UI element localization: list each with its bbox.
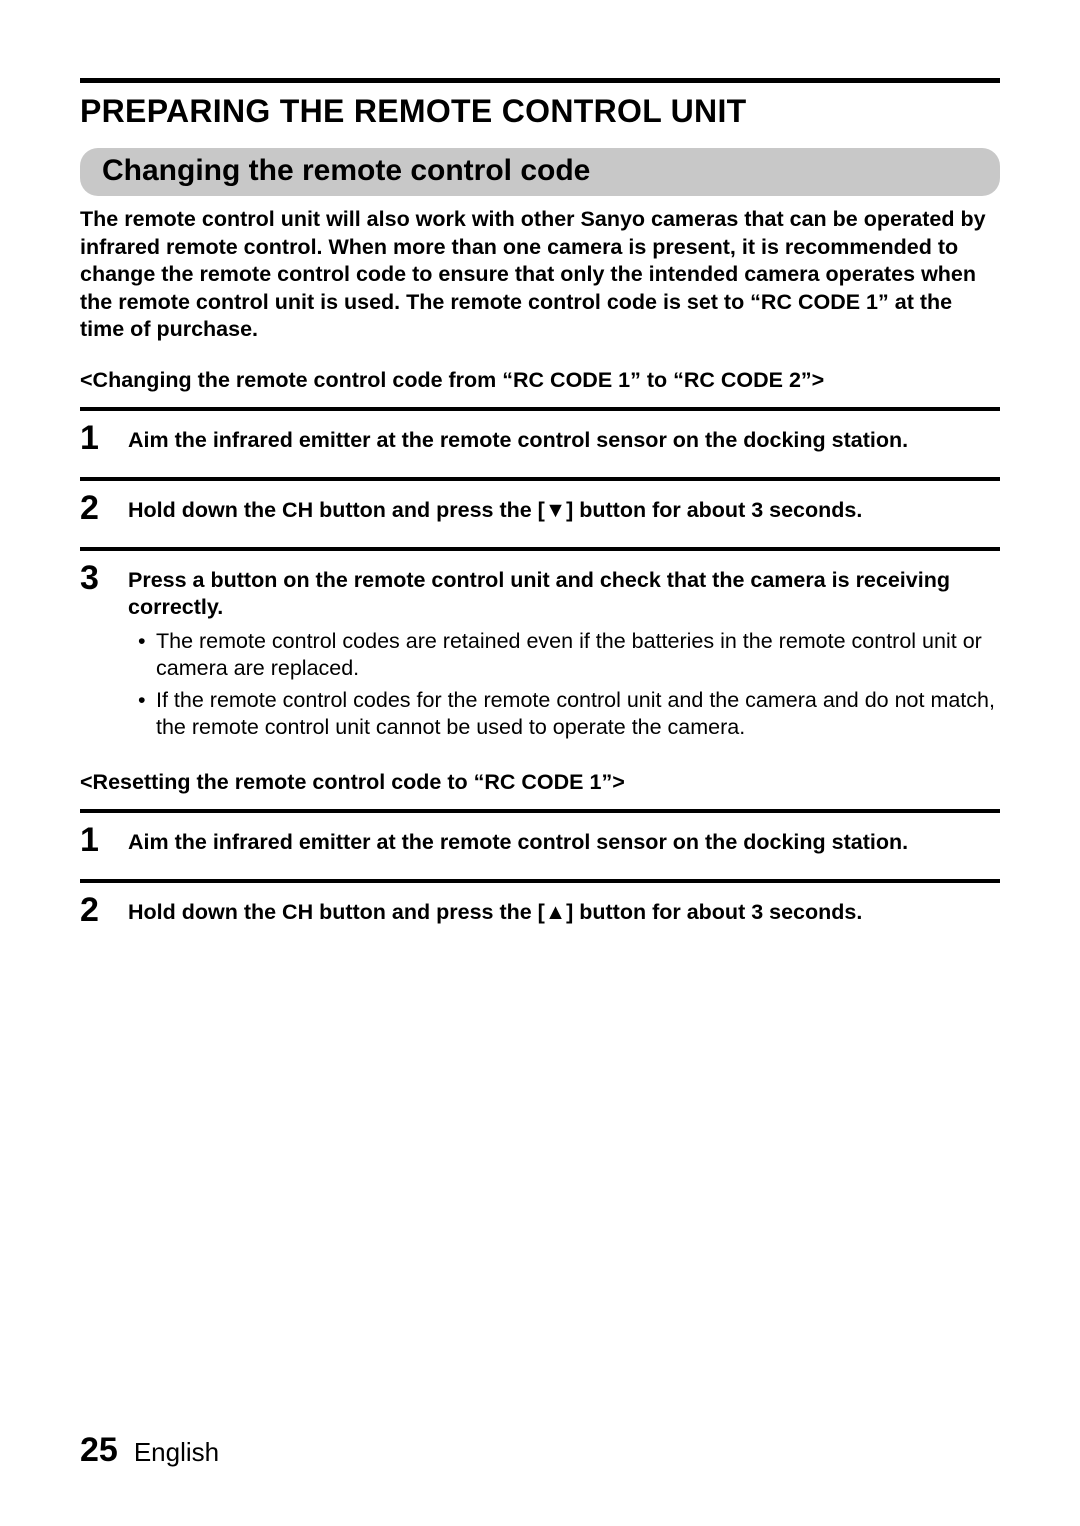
intro-paragraph: The remote control unit will also work w…	[80, 206, 1000, 344]
step-item: 1 Aim the infrared emitter at the remote…	[80, 419, 1000, 463]
step-text: Press a button on the remote control uni…	[128, 567, 1000, 622]
section-subheading: Changing the remote control code	[80, 148, 1000, 196]
step-divider	[80, 407, 1000, 411]
page-footer: 25 English	[80, 1431, 219, 1470]
step-divider	[80, 879, 1000, 883]
step-text: Hold down the CH button and press the [▼…	[128, 497, 1000, 525]
step-number: 1	[80, 823, 110, 857]
step-number: 3	[80, 561, 110, 595]
procedure-label: <Changing the remote control code from “…	[80, 368, 1000, 393]
step-body: Aim the infrared emitter at the remote c…	[128, 823, 1000, 857]
bullet-dot-icon: •	[138, 628, 146, 683]
top-horizontal-rule	[80, 78, 1000, 83]
step-text: Aim the infrared emitter at the remote c…	[128, 829, 1000, 857]
step-item: 2 Hold down the CH button and press the …	[80, 489, 1000, 533]
page-language: English	[134, 1437, 219, 1468]
step-divider	[80, 547, 1000, 551]
procedure-label: <Resetting the remote control code to “R…	[80, 770, 1000, 795]
bullet-item: • The remote control codes are retained …	[138, 628, 1000, 683]
step-body: Press a button on the remote control uni…	[128, 561, 1000, 746]
bullet-item: • If the remote control codes for the re…	[138, 687, 1000, 742]
step-divider	[80, 477, 1000, 481]
step-body: Aim the infrared emitter at the remote c…	[128, 421, 1000, 455]
step-number: 1	[80, 421, 110, 455]
step-number: 2	[80, 893, 110, 927]
bullet-dot-icon: •	[138, 687, 146, 742]
step-body: Hold down the CH button and press the [▲…	[128, 893, 1000, 927]
bullet-text: If the remote control codes for the remo…	[156, 687, 1000, 742]
step-number: 2	[80, 491, 110, 525]
step-item: 3 Press a button on the remote control u…	[80, 559, 1000, 754]
step-text: Aim the infrared emitter at the remote c…	[128, 427, 1000, 455]
page-number: 25	[80, 1431, 118, 1470]
step-text: Hold down the CH button and press the [▲…	[128, 899, 1000, 927]
bullet-text: The remote control codes are retained ev…	[156, 628, 1000, 683]
bullet-list: • The remote control codes are retained …	[128, 628, 1000, 742]
step-item: 1 Aim the infrared emitter at the remote…	[80, 821, 1000, 865]
manual-page: PREPARING THE REMOTE CONTROL UNIT Changi…	[80, 78, 1000, 935]
step-item: 2 Hold down the CH button and press the …	[80, 891, 1000, 935]
step-body: Hold down the CH button and press the [▼…	[128, 491, 1000, 525]
step-divider	[80, 809, 1000, 813]
page-title: PREPARING THE REMOTE CONTROL UNIT	[80, 93, 1000, 130]
